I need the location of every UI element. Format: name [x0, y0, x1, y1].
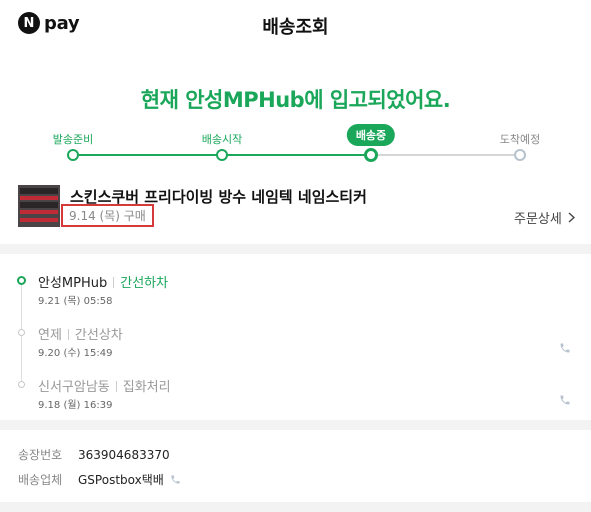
- timeline-location: 안성MPHub 간선하차: [38, 272, 168, 291]
- step-dot-shipping-started: [216, 149, 228, 161]
- chevron-right-icon: [568, 212, 575, 223]
- timeline-location: 신서구암남동 집화처리: [38, 376, 171, 395]
- timeline-time: 9.21 (목) 05:58: [38, 296, 113, 307]
- tracking-number-row: 송장번호 363904683370: [18, 446, 170, 463]
- product-summary: 스킨스쿠버 프리다이빙 방수 네임텍 네임스티커 9.14 (목) 구매 주문상…: [0, 178, 591, 244]
- order-detail-label: 주문상세: [514, 212, 562, 227]
- section-divider: [0, 244, 591, 254]
- timeline-dot: [18, 329, 25, 336]
- order-detail-link[interactable]: 주문상세: [514, 208, 575, 227]
- carrier-label: 배송업체: [18, 473, 63, 487]
- stepper-remaining-line: [371, 154, 520, 156]
- tracking-number-label: 송장번호: [18, 448, 63, 462]
- timeline-place: 연제: [38, 328, 62, 343]
- phone-icon[interactable]: [559, 394, 571, 406]
- timeline-status: 간선하차: [120, 276, 169, 291]
- step-dot-expected-arrival: [514, 149, 526, 161]
- timeline-status: 집화처리: [122, 380, 171, 395]
- timeline-item: 신서구암남동 집화처리 9.18 (월) 16:39: [0, 376, 591, 426]
- phone-icon[interactable]: [559, 342, 571, 354]
- step-dot-in-transit: [364, 148, 378, 162]
- page-title: 배송조회: [262, 17, 329, 38]
- section-divider: [0, 420, 591, 430]
- timeline-separator: [113, 277, 115, 288]
- phone-icon[interactable]: [170, 474, 181, 485]
- timeline-dot-current: [17, 276, 26, 285]
- timeline-time: 9.18 (월) 16:39: [38, 400, 113, 411]
- delivery-stepper: 발송준비 배송시작 배송중 도착예정: [0, 118, 591, 168]
- step-label-shipping-started: 배송시작: [201, 133, 243, 146]
- timeline-item: 안성MPHub 간선하차 9.21 (목) 05:58: [0, 272, 591, 322]
- tracking-number-value[interactable]: 363904683370: [78, 448, 170, 462]
- timeline-place: 신서구암남동: [38, 380, 110, 395]
- timeline-separator: [67, 329, 69, 340]
- timeline-place: 안성MPHub: [38, 276, 108, 291]
- section-divider: [0, 502, 591, 512]
- shipping-info: 송장번호 363904683370 배송업체 GSPostbox택배: [0, 436, 591, 502]
- step-dot-preparing: [67, 149, 79, 161]
- delivery-status-message: 현재 안성MPHub에 입고되었어요.: [140, 88, 451, 112]
- carrier-name: GSPostbox택배: [78, 473, 164, 487]
- tracking-timeline: 안성MPHub 간선하차 9.21 (목) 05:58 연제 간선상차 9.20 (…: [0, 256, 591, 418]
- step-label-preparing: 발송준비: [52, 133, 94, 146]
- step-label-expected-arrival: 도착예정: [499, 133, 541, 146]
- product-thumbnail[interactable]: [18, 185, 60, 227]
- carrier-row: 배송업체 GSPostbox택배: [18, 471, 181, 488]
- timeline-time: 9.20 (수) 15:49: [38, 348, 113, 359]
- timeline-status: 간선상차: [74, 328, 123, 343]
- timeline-separator: [115, 381, 117, 392]
- timeline-location: 연제 간선상차: [38, 324, 123, 343]
- step-label-in-transit: 배송중: [346, 124, 396, 146]
- timeline-item: 연제 간선상차 9.20 (수) 15:49: [0, 324, 591, 374]
- header: N pay 배송조회: [0, 0, 591, 50]
- timeline-dot: [18, 381, 25, 388]
- purchase-date: 9.14 (목) 구매: [61, 204, 154, 227]
